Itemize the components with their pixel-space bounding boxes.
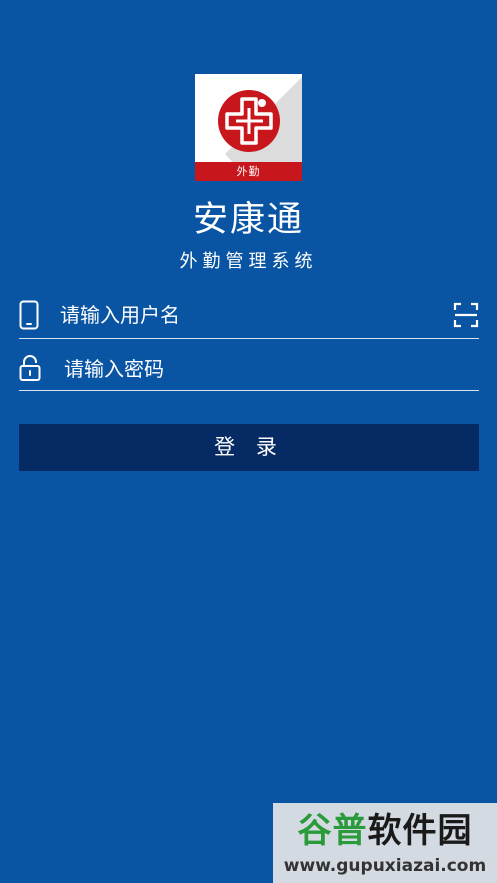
watermark-title-dark: 软件园 [367,811,473,851]
watermark-url: www.gupuxiazai.com [283,856,487,876]
watermark-title: 谷普软件园 [273,809,497,853]
app-logo: 外勤 [195,74,302,181]
username-input[interactable] [60,300,430,330]
logo-badge-label: 外勤 [195,162,302,181]
scan-icon[interactable] [453,302,479,332]
watermark-title-green: 谷普 [297,811,368,851]
phone-icon [19,300,39,334]
app-subtitle: 外勤管理系统 [179,251,318,272]
login-button[interactable]: 登 录 [19,424,479,471]
password-input[interactable] [64,354,464,384]
lock-icon [19,354,41,386]
watermark: 谷普软件园 www.gupuxiazai.com [273,803,497,883]
app-title: 安康通 [192,200,304,240]
username-field[interactable] [19,292,479,339]
password-field[interactable] [19,346,479,391]
